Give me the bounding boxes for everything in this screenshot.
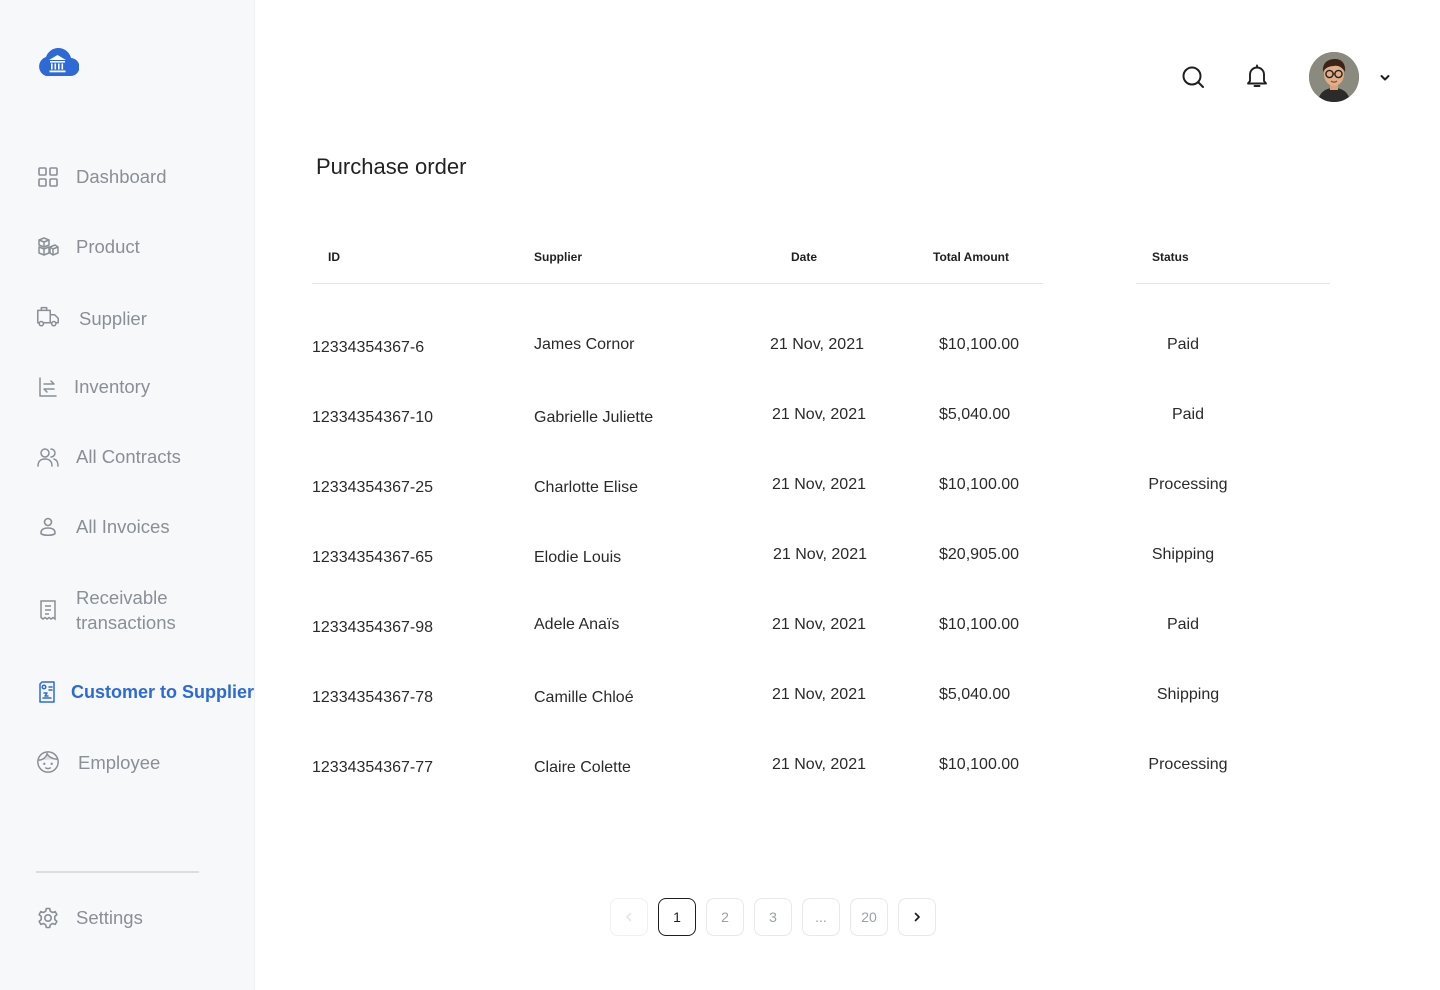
cell-total-amount: $5,040.00 [939,406,1011,423]
sidebar-item-label: All Contracts [76,446,181,467]
cell-status: Processing [1148,476,1228,493]
cell-supplier: Gabrielle Juliette [534,409,654,426]
cell-status: Shipping [1156,686,1220,703]
cell-id: 12334354367-65 [312,549,434,566]
table-header-divider [1136,283,1330,284]
cell-date: 21 Nov, 2021 [772,756,866,773]
column-header-id: ID [328,250,340,264]
users-icon [36,445,60,469]
table-row[interactable]: 12334354367-77 Claire Colette 21 Nov, 20… [0,756,1440,796]
cell-total-amount: $5,040.00 [939,686,1011,703]
cell-id: 12334354367-6 [312,339,425,356]
cell-supplier: Charlotte Elise [534,479,639,496]
cell-id: 12334354367-77 [312,759,434,776]
cell-supplier: Camille Chloé [534,689,634,706]
cell-supplier: James Cornor [534,336,635,353]
cell-status: Processing [1148,756,1228,773]
cell-total-amount: $20,905.00 [939,546,1020,563]
cell-date: 21 Nov, 2021 [772,616,866,633]
cell-status: Paid [1166,616,1200,633]
table-row[interactable]: 12334354367-98 Adele Anaïs 21 Nov, 2021 … [0,616,1440,656]
sidebar-item-all-invoices[interactable]: All Invoices [36,515,170,539]
cell-status: Paid [1171,406,1205,423]
table-row[interactable]: 12334354367-65 Elodie Louis 21 Nov, 2021… [0,546,1440,586]
page-title: Purchase order [316,154,467,179]
cell-total-amount: $10,100.00 [939,616,1020,633]
bank-cloud-icon[interactable] [36,46,80,78]
grid-icon [36,165,60,189]
sidebar-item-label: Supplier [79,307,147,329]
chevron-down-icon[interactable] [1378,71,1392,83]
cell-id: 12334354367-10 [312,409,434,426]
table-row[interactable]: 12334354367-6 James Cornor 21 Nov, 2021 … [0,336,1440,376]
cell-date: 21 Nov, 2021 [773,546,867,563]
column-header-supplier: Supplier [534,250,583,264]
chevron-right-icon [914,912,920,922]
sidebar-item-label: All Invoices [76,516,170,537]
cell-date: 21 Nov, 2021 [772,686,866,703]
pagination-page-button[interactable]: 1 [658,898,696,936]
table-row[interactable]: 12334354367-78 Camille Chloé 21 Nov, 202… [0,686,1440,726]
pagination-next-button[interactable] [898,898,936,936]
boxes-icon [36,235,60,259]
cell-date: 21 Nov, 2021 [772,476,866,493]
cell-id: 12334354367-25 [312,479,434,496]
chevron-left-icon [626,912,632,922]
bell-icon[interactable] [1244,63,1270,89]
search-icon[interactable] [1180,64,1206,90]
cell-total-amount: $10,100.00 [939,476,1020,493]
sidebar-divider [36,871,199,873]
cell-date: 21 Nov, 2021 [772,406,866,423]
cell-supplier: Elodie Louis [534,549,622,566]
column-header-date: Date [791,250,818,264]
sidebar-item-all-contracts[interactable]: All Contracts [36,445,181,469]
cell-total-amount: $10,100.00 [939,336,1020,353]
cell-id: 12334354367-98 [312,619,434,636]
table-row[interactable]: 12334354367-10 Gabrielle Juliette 21 Nov… [0,406,1440,446]
sidebar-item-product[interactable]: Product [36,235,140,259]
sidebar-item-inventory[interactable]: Inventory [36,375,150,399]
column-header-status: Status [1152,250,1189,264]
pagination-ellipsis: ... [802,898,840,936]
table-row[interactable]: 12334354367-25 Charlotte Elise 21 Nov, 2… [0,476,1440,516]
sidebar-item-supplier[interactable]: Supplier [36,305,147,332]
sidebar-item-label: Dashboard [76,166,167,187]
gear-icon [36,906,60,930]
pagination-prev-button[interactable] [610,898,648,936]
cell-supplier: Claire Colette [534,759,631,776]
cell-total-amount: $10,100.00 [939,756,1020,773]
avatar[interactable] [1309,52,1359,102]
truck-icon [36,305,63,332]
column-header-total-amount: Total Amount [933,250,1009,264]
cell-date: 21 Nov, 2021 [770,336,864,353]
cell-status: Shipping [1151,546,1215,563]
pagination-page-button[interactable]: 20 [850,898,888,936]
inventory-icon [36,375,60,399]
table-header-divider [312,283,1043,284]
sidebar-item-dashboard[interactable]: Dashboard [36,165,167,189]
sidebar-item-label: Inventory [74,376,151,397]
sidebar-item-label: Settings [76,907,143,928]
cell-id: 12334354367-78 [312,689,434,706]
sidebar-item-label: Product [76,236,140,257]
pagination-page-button[interactable]: 2 [706,898,744,936]
pagination-page-button[interactable]: 3 [754,898,792,936]
user-icon [36,515,60,539]
cell-status: Paid [1166,336,1200,353]
sidebar-item-settings[interactable]: Settings [36,906,143,930]
cell-supplier: Adele Anaïs [534,616,620,633]
